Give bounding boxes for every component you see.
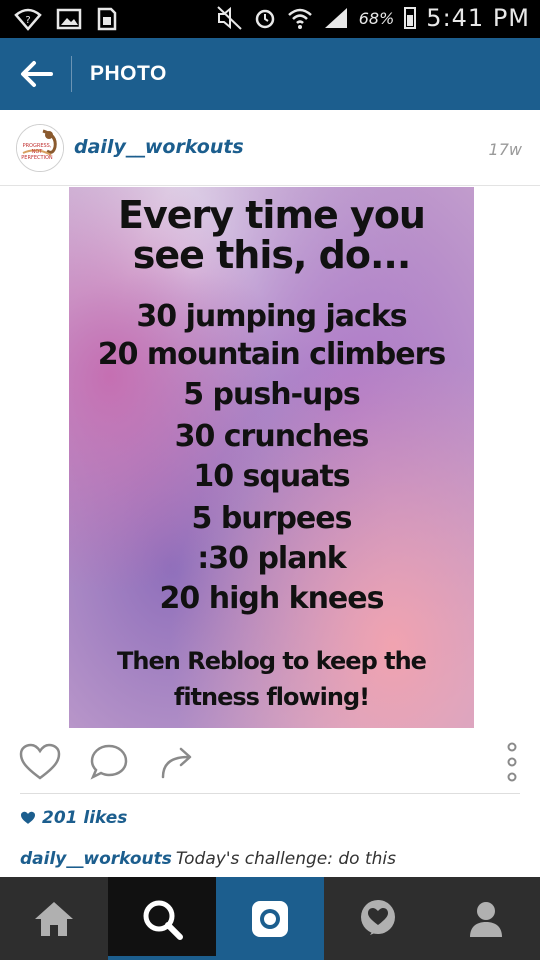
status-bar-system: 68% 5:41 PM — [217, 4, 530, 32]
nav-active-indicator — [108, 956, 216, 960]
nav-camera[interactable] — [216, 877, 324, 960]
activity-icon — [361, 899, 395, 935]
post-header: PROGRESS, NOT PERFECTION daily__workouts… — [0, 110, 540, 186]
photo-line: fitness flowing! — [173, 683, 370, 711]
nav-home[interactable] — [0, 877, 108, 960]
profile-icon — [470, 901, 502, 937]
post-caption: daily__workouts Today's challenge: do thi… — [20, 849, 396, 869]
heart-icon — [19, 743, 61, 780]
share-icon — [161, 747, 192, 779]
nav-search[interactable] — [108, 877, 216, 960]
storage-icon — [97, 7, 117, 31]
heart-filled-icon — [21, 811, 35, 824]
battery-percent: 68% — [358, 8, 395, 28]
wifi-alert-icon: ? — [14, 8, 42, 31]
signal-icon — [324, 8, 347, 28]
likes-count[interactable]: 201 likes — [20, 808, 127, 828]
app-bar-divider — [71, 56, 72, 92]
page-title: PHOTO — [90, 62, 167, 85]
camera-icon — [252, 900, 288, 937]
divider — [20, 793, 520, 794]
nav-profile[interactable] — [432, 877, 540, 960]
photo-line: Every time you — [118, 193, 426, 237]
avatar[interactable]: PROGRESS, NOT PERFECTION — [16, 124, 64, 172]
photo-line: 20 mountain climbers — [97, 337, 447, 372]
battery-icon — [404, 7, 417, 29]
status-bar: ? 68% 5:41 PM — [0, 0, 540, 38]
photo-line: 5 burpees — [191, 501, 353, 536]
caption-text: Today's challenge: do this — [175, 849, 396, 869]
photo-line: :30 plank — [197, 541, 347, 576]
like-button[interactable] — [18, 742, 62, 782]
photo-line: Then Reblog to keep the — [117, 647, 427, 675]
status-bar-notifications: ? — [14, 6, 118, 32]
alarm-icon — [255, 9, 274, 29]
post-photo[interactable]: Every time you see this, do... 30 jumpin… — [69, 187, 474, 728]
more-icon — [507, 742, 517, 782]
bottom-navigation — [0, 877, 540, 960]
share-button[interactable] — [156, 742, 200, 782]
photo-line: 5 push-ups — [183, 377, 361, 412]
comment-button[interactable] — [87, 742, 131, 782]
image-icon — [56, 8, 82, 30]
post-username[interactable]: daily__workouts — [74, 136, 244, 158]
comment-icon — [90, 744, 128, 780]
app-bar: PHOTO — [0, 38, 540, 110]
avatar-logo: PROGRESS, NOT PERFECTION — [17, 125, 63, 171]
photo-line: 30 jumping jacks — [136, 299, 407, 334]
caption-username[interactable]: daily__workouts — [20, 849, 172, 869]
arrow-left-icon — [21, 61, 53, 87]
clock: 5:41 PM — [426, 4, 530, 32]
back-button[interactable] — [0, 38, 72, 110]
wifi-icon — [287, 8, 312, 29]
nav-activity[interactable] — [324, 877, 432, 960]
search-icon — [143, 900, 183, 940]
post-age: 17w — [488, 140, 522, 159]
home-icon — [35, 901, 73, 936]
svg-text:PERFECTION: PERFECTION — [21, 155, 53, 161]
photo-line: see this, do... — [132, 233, 412, 277]
mute-icon — [217, 6, 242, 30]
photo-text-overlay: Every time you see this, do... 30 jumpin… — [69, 187, 474, 728]
photo-line: 10 squats — [193, 459, 350, 494]
photo-line: 20 high knees — [159, 581, 385, 616]
post-actions — [0, 728, 540, 794]
svg-text:?: ? — [25, 15, 30, 26]
more-options-button[interactable] — [490, 742, 534, 782]
likes-label: 201 likes — [42, 808, 128, 828]
photo-line: 30 crunches — [174, 419, 370, 454]
